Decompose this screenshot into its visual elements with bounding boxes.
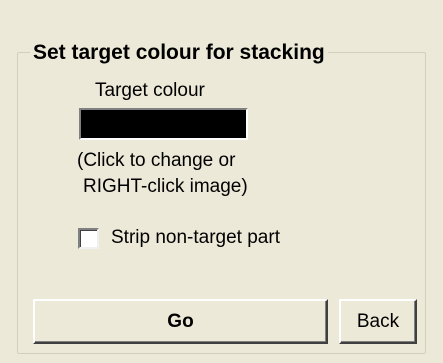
strip-non-target-checkbox[interactable] [78, 227, 99, 249]
target-colour-swatch[interactable] [79, 108, 248, 140]
target-colour-label: Target colour [95, 80, 205, 101]
go-button[interactable]: Go [33, 299, 328, 344]
strip-non-target-label[interactable]: Strip non-target part [111, 226, 280, 250]
strip-non-target-option[interactable]: Strip non-target part [78, 226, 280, 250]
target-colour-hint: (Click to change or RIGHT-click image) [77, 148, 248, 200]
groupbox-title: Set target colour for stacking [30, 41, 328, 65]
hint-line-2: RIGHT-click image) [83, 176, 248, 197]
back-button[interactable]: Back [339, 299, 417, 344]
hint-line-1: (Click to change or [77, 150, 236, 171]
